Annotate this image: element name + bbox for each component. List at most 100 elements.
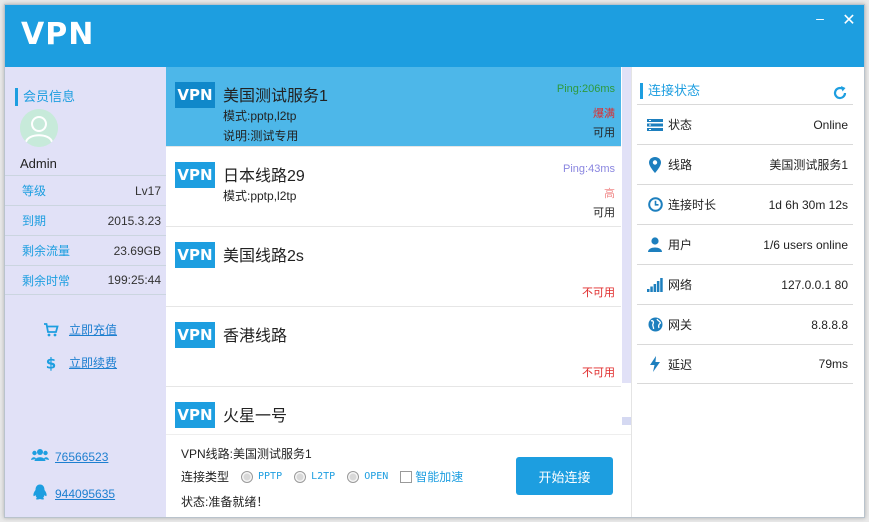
clock-icon <box>647 197 663 213</box>
server-name: 日本线路29 <box>223 168 305 185</box>
avatar-user-icon <box>20 109 58 147</box>
vpn-badge-icon: VPN <box>175 402 215 428</box>
radio-label: L2TP <box>311 471 336 482</box>
scrollbar-thumb[interactable] <box>622 67 631 383</box>
globe-icon <box>647 317 663 333</box>
refresh-icon[interactable] <box>832 85 848 101</box>
status-label: 状态 <box>668 118 693 132</box>
qq-penguin-icon <box>31 483 49 504</box>
location-pin-icon <box>647 156 663 173</box>
status-label: 网关 <box>668 318 693 332</box>
avatar <box>20 109 58 147</box>
server-name: 火星一号 <box>223 408 288 425</box>
info-row-time: 剩余时常 199:25:44 <box>5 265 166 295</box>
server-load: 高 <box>604 188 615 200</box>
connect-panel: VPN线路:美国测试服务1 连接类型 PPTP L2TP OPEN 智能加速 状… <box>166 434 632 517</box>
close-button[interactable]: ✕ <box>841 13 857 29</box>
title-bar: VPN – ✕ <box>5 5 864 67</box>
dollar-icon: $ <box>43 355 59 371</box>
info-row-traffic: 剩余流量 23.69GB <box>5 235 166 265</box>
smart-accel-checkbox[interactable]: 智能加速 <box>400 468 463 485</box>
status-label: 连接时长 <box>668 198 717 212</box>
start-connect-button[interactable]: 开始连接 <box>516 457 613 495</box>
status-value: 8.8.8.8 <box>811 317 848 332</box>
server-item-mars-1[interactable]: VPN 火星一号 <box>166 387 621 434</box>
selected-route: VPN线路:美国测试服务1 <box>181 447 312 461</box>
status-value: 1/6 users online <box>763 237 848 252</box>
checkbox-label: 智能加速 <box>415 470 464 484</box>
status-row-duration: 连接时长 1d 6h 30m 12s <box>637 184 853 224</box>
status-value: 美国测试服务1 <box>769 158 848 172</box>
info-value: Lv17 <box>134 183 161 198</box>
member-section-title: 会员信息 <box>15 88 75 106</box>
info-row-level: 等级 Lv17 <box>5 175 166 205</box>
server-name: 美国测试服务1 <box>223 88 328 105</box>
status-value: 79ms <box>818 357 848 371</box>
connection-status-text: 状态:准备就绪！ <box>181 495 269 509</box>
server-availability: 不可用 <box>582 287 615 299</box>
status-value: 127.0.0.1 80 <box>781 277 848 292</box>
signal-icon <box>647 277 663 293</box>
status-row-state: 状态 Online <box>637 104 853 144</box>
vpn-badge-icon: VPN <box>175 242 215 268</box>
minimize-button[interactable]: – <box>812 10 828 26</box>
status-label: 网络 <box>668 278 693 292</box>
server-item-us-2s[interactable]: VPN 美国线路2s 不可用 <box>166 227 621 307</box>
member-sidebar: 会员信息 Admin 等级 Lv17 到期 2015.3.23 剩余流量 23.… <box>5 67 166 517</box>
info-value: 199:25:44 <box>107 273 161 287</box>
connection-type-label: 连接类型 <box>181 470 230 484</box>
username: Admin <box>20 156 57 171</box>
status-row-network: 网络 127.0.0.1 80 <box>637 264 853 304</box>
server-ping: Ping:43ms <box>563 163 615 175</box>
user-icon <box>647 237 663 253</box>
lightning-icon <box>647 356 663 372</box>
server-load: 爆满 <box>593 108 615 120</box>
server-mode: 模式:pptp,l2tp <box>223 109 297 123</box>
scrollbar-down-arrow[interactable] <box>622 417 631 425</box>
status-row-gateway: 网关 8.8.8.8 <box>637 304 853 344</box>
status-panel: 连接状态 状态 Online 线路 美国测试服务1 连接时长 1d 6h 30m… <box>632 67 864 517</box>
server-ping: Ping:206ms <box>556 83 615 95</box>
server-list: VPN 美国测试服务1 模式:pptp,l2tp 说明:测试专用 Ping:20… <box>166 67 621 434</box>
contact-qq-row: 944095635 <box>31 483 115 504</box>
radio-label: OPEN <box>364 471 389 482</box>
app-logo: VPN <box>21 17 95 52</box>
status-row-route: 线路 美国测试服务1 <box>637 144 853 184</box>
radio-circle[interactable] <box>294 470 307 483</box>
status-value: 1d 6h 30m 12s <box>768 197 848 212</box>
vpn-badge-icon: VPN <box>175 162 215 188</box>
checkbox-box[interactable] <box>400 470 413 483</box>
radio-circle[interactable] <box>347 470 360 483</box>
renew-link[interactable]: 立即续费 <box>69 354 117 371</box>
radio-open[interactable]: OPEN <box>347 470 389 483</box>
svg-text:$: $ <box>46 355 56 371</box>
contact-qq-link[interactable]: 944095635 <box>55 487 115 501</box>
radio-circle[interactable] <box>241 470 254 483</box>
status-label: 延迟 <box>668 357 693 372</box>
group-users-icon <box>31 447 49 466</box>
contact-group-row: 76566523 <box>31 447 108 466</box>
member-info-list: 等级 Lv17 到期 2015.3.23 剩余流量 23.69GB 剩余时常 1… <box>5 175 166 295</box>
radio-label: PPTP <box>258 471 283 482</box>
server-item-us-test-1[interactable]: VPN 美国测试服务1 模式:pptp,l2tp 说明:测试专用 Ping:20… <box>166 67 621 147</box>
connection-type-row: 连接类型 PPTP L2TP OPEN 智能加速 <box>181 468 463 485</box>
renew-link-row: $ 立即续费 <box>43 354 117 371</box>
info-label: 剩余流量 <box>22 244 71 258</box>
status-panel-title: 连接状态 <box>640 83 700 99</box>
info-label: 等级 <box>22 184 47 198</box>
server-item-hongkong[interactable]: VPN 香港线路 不可用 <box>166 307 621 387</box>
radio-pptp[interactable]: PPTP <box>241 470 283 483</box>
server-description: 说明:测试专用 <box>223 129 299 143</box>
cart-icon <box>43 322 59 338</box>
info-value: 2015.3.23 <box>107 213 161 228</box>
server-mode: 模式:pptp,l2tp <box>223 189 297 203</box>
status-bars-icon <box>647 117 663 133</box>
contact-group-link[interactable]: 76566523 <box>55 450 108 464</box>
radio-l2tp[interactable]: L2TP <box>294 470 336 483</box>
server-availability: 不可用 <box>582 367 615 379</box>
server-name: 美国线路2s <box>223 248 304 265</box>
info-value: 23.69GB <box>113 243 161 258</box>
recharge-link[interactable]: 立即充值 <box>69 321 117 338</box>
server-availability: 可用 <box>593 127 615 139</box>
server-item-japan-29[interactable]: VPN 日本线路29 模式:pptp,l2tp Ping:43ms 高 可用 <box>166 147 621 227</box>
